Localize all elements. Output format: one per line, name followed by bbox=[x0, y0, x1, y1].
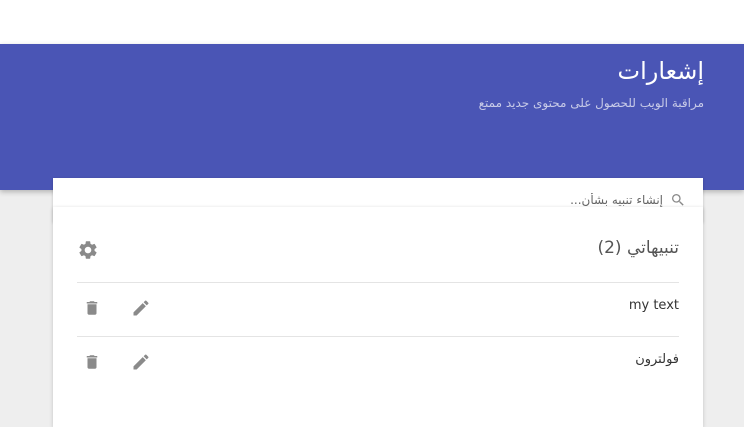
gear-icon[interactable] bbox=[77, 239, 99, 261]
my-alerts-title: تنبيهاتي (2) bbox=[597, 238, 679, 258]
page-subtitle: مراقبة الويب للحصول على محتوى جديد ممتع bbox=[478, 96, 704, 110]
alerts-header: إشعارات مراقبة الويب للحصول على محتوى جد… bbox=[0, 44, 744, 222]
trash-icon[interactable] bbox=[83, 352, 101, 372]
alert-row[interactable]: فولترون bbox=[77, 336, 679, 390]
my-alerts-header: تنبيهاتي (2) bbox=[77, 207, 679, 283]
pencil-icon[interactable] bbox=[131, 298, 151, 318]
pencil-icon[interactable] bbox=[131, 352, 151, 372]
search-icon bbox=[670, 192, 686, 208]
top-white-bar bbox=[0, 0, 744, 44]
page-title: إشعارات bbox=[617, 57, 704, 85]
my-alerts-card: تنبيهاتي (2) my text فولترون bbox=[53, 207, 703, 427]
alert-label[interactable]: my text bbox=[629, 298, 679, 313]
alert-label[interactable]: فولترون bbox=[635, 352, 679, 367]
trash-icon[interactable] bbox=[83, 298, 101, 318]
alert-row[interactable]: my text bbox=[77, 282, 679, 337]
